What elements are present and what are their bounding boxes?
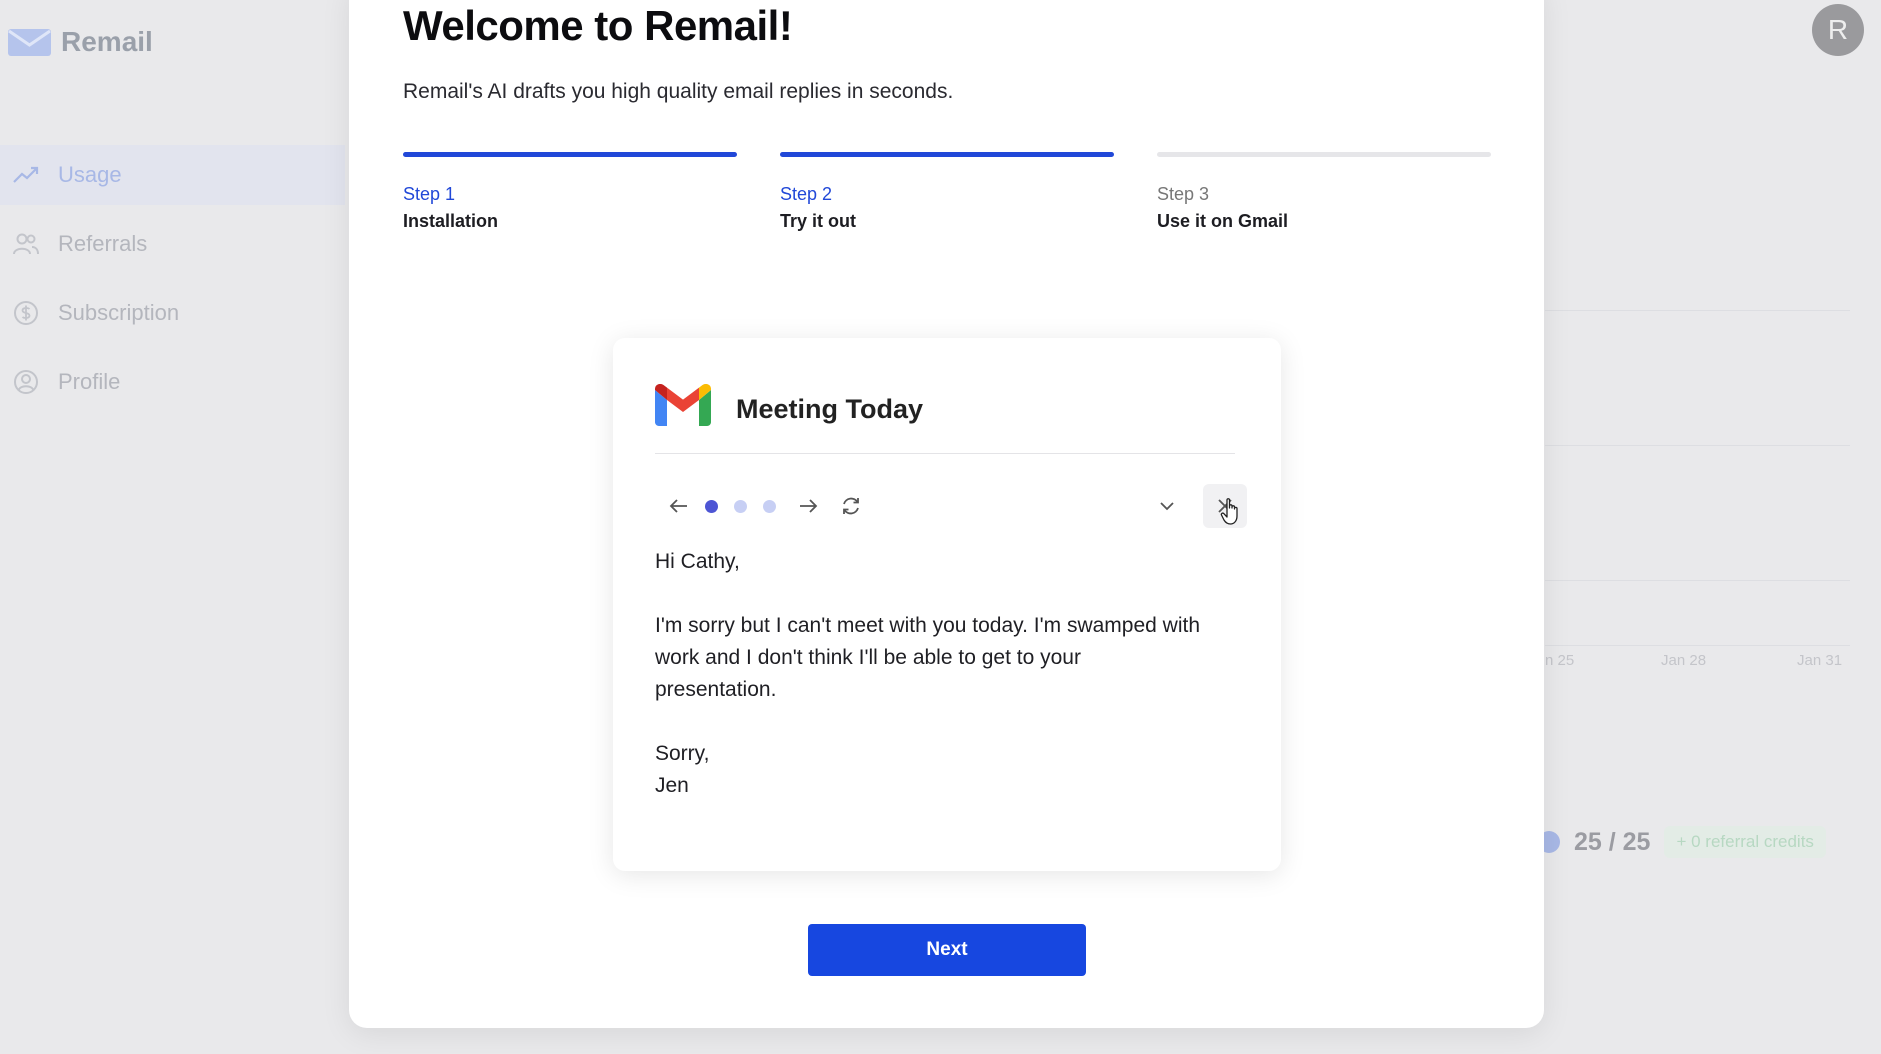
email-message-line: work and I don't think I'll be able to g… [655,646,1081,669]
user-circle-icon [14,370,38,394]
chevron-down-icon [1160,502,1174,511]
email-greeting: Hi Cathy, [655,550,740,573]
referral-credits-badge: + 0 referral credits [1664,826,1826,858]
email-signoff: Sorry, Jen [655,738,1255,802]
step-name: Installation [403,211,499,231]
step-number: Step 1 [403,184,456,204]
usage-chart [1545,310,1850,670]
step-number: Step 3 [1157,184,1210,204]
arrow-right-icon [800,499,818,513]
refresh-icon [843,497,859,515]
envelope-logo-icon [8,29,51,56]
chart-gridline [1545,580,1850,581]
email-draft-card: Meeting Today Hi Cathy, I'm sorry but I … [613,338,1281,871]
step-progress-bar [403,152,737,157]
chart-gridline [1545,445,1850,446]
regenerate-button[interactable] [835,490,867,522]
users-icon [13,233,39,255]
email-signature: Jen [655,774,689,797]
app-logo[interactable]: Remail [8,26,153,58]
step-try-it-out: Step 2 Try it out [780,152,1114,232]
usage-summary: 25 / 25 + 0 referral credits [1538,826,1826,858]
card-divider [655,453,1235,454]
step-progress-bar [1157,152,1491,157]
chart-gridline [1545,310,1850,311]
sidebar-item-referrals[interactable]: Referrals [0,214,345,274]
draft-toolbar [655,484,1247,528]
next-button[interactable]: Next [808,924,1086,976]
email-message-line: presentation. [655,678,777,701]
sidebar-item-label: Profile [58,369,121,394]
avatar[interactable]: R [1812,4,1864,56]
sidebar-item-label: Usage [58,162,122,187]
arrow-left-icon [669,499,687,513]
modal-subtitle: Remail's AI drafts you high quality emai… [403,80,954,103]
expand-button[interactable] [1151,490,1183,522]
sidebar-item-subscription[interactable]: Subscription [0,283,345,343]
email-closing: Sorry, [655,742,710,765]
sidebar-item-label: Subscription [58,300,180,325]
step-name: Try it out [780,211,856,231]
welcome-modal: Welcome to Remail! Remail's AI drafts yo… [349,0,1544,1028]
step-name: Use it on Gmail [1157,211,1289,231]
hand-cursor-icon [1220,498,1238,525]
step-progress-bar [780,152,1114,157]
email-message: I'm sorry but I can't meet with you toda… [655,610,1255,706]
step-installation: Step 1 Installation [403,152,737,232]
draft-indicator-dot[interactable] [763,500,776,513]
draft-indicator-dot[interactable] [734,500,747,513]
app-name: Remail [61,26,153,57]
chart-x-label: n 25 [1545,652,1575,669]
previous-draft-button[interactable] [663,490,695,522]
draft-indicator-dot[interactable] [705,500,718,513]
gmail-logo-icon [655,384,711,426]
step-use-it-on-gmail: Step 3 Use it on Gmail [1157,152,1491,232]
sidebar-item-label: Referrals [58,231,148,256]
next-draft-button[interactable] [792,490,824,522]
sidebar: Remail Usage Referrals Subscription Prof… [0,0,350,1054]
trending-up-icon [13,166,39,183]
chart-x-label: Jan 31 [1797,652,1843,669]
email-subject: Meeting Today [736,394,924,424]
sidebar-item-profile[interactable]: Profile [0,352,345,412]
email-message-line: I'm sorry but I can't meet with you toda… [655,614,1201,637]
usage-count: 25 / 25 [1574,827,1651,856]
modal-title: Welcome to Remail! [403,2,793,49]
step-number: Step 2 [780,184,833,204]
email-draft-body: Hi Cathy, I'm sorry but I can't meet wit… [655,546,1255,802]
sidebar-item-usage[interactable]: Usage [0,145,345,205]
chart-gridline [1545,645,1850,646]
dollar-circle-icon [14,301,38,325]
chart-x-label: Jan 28 [1661,652,1707,669]
